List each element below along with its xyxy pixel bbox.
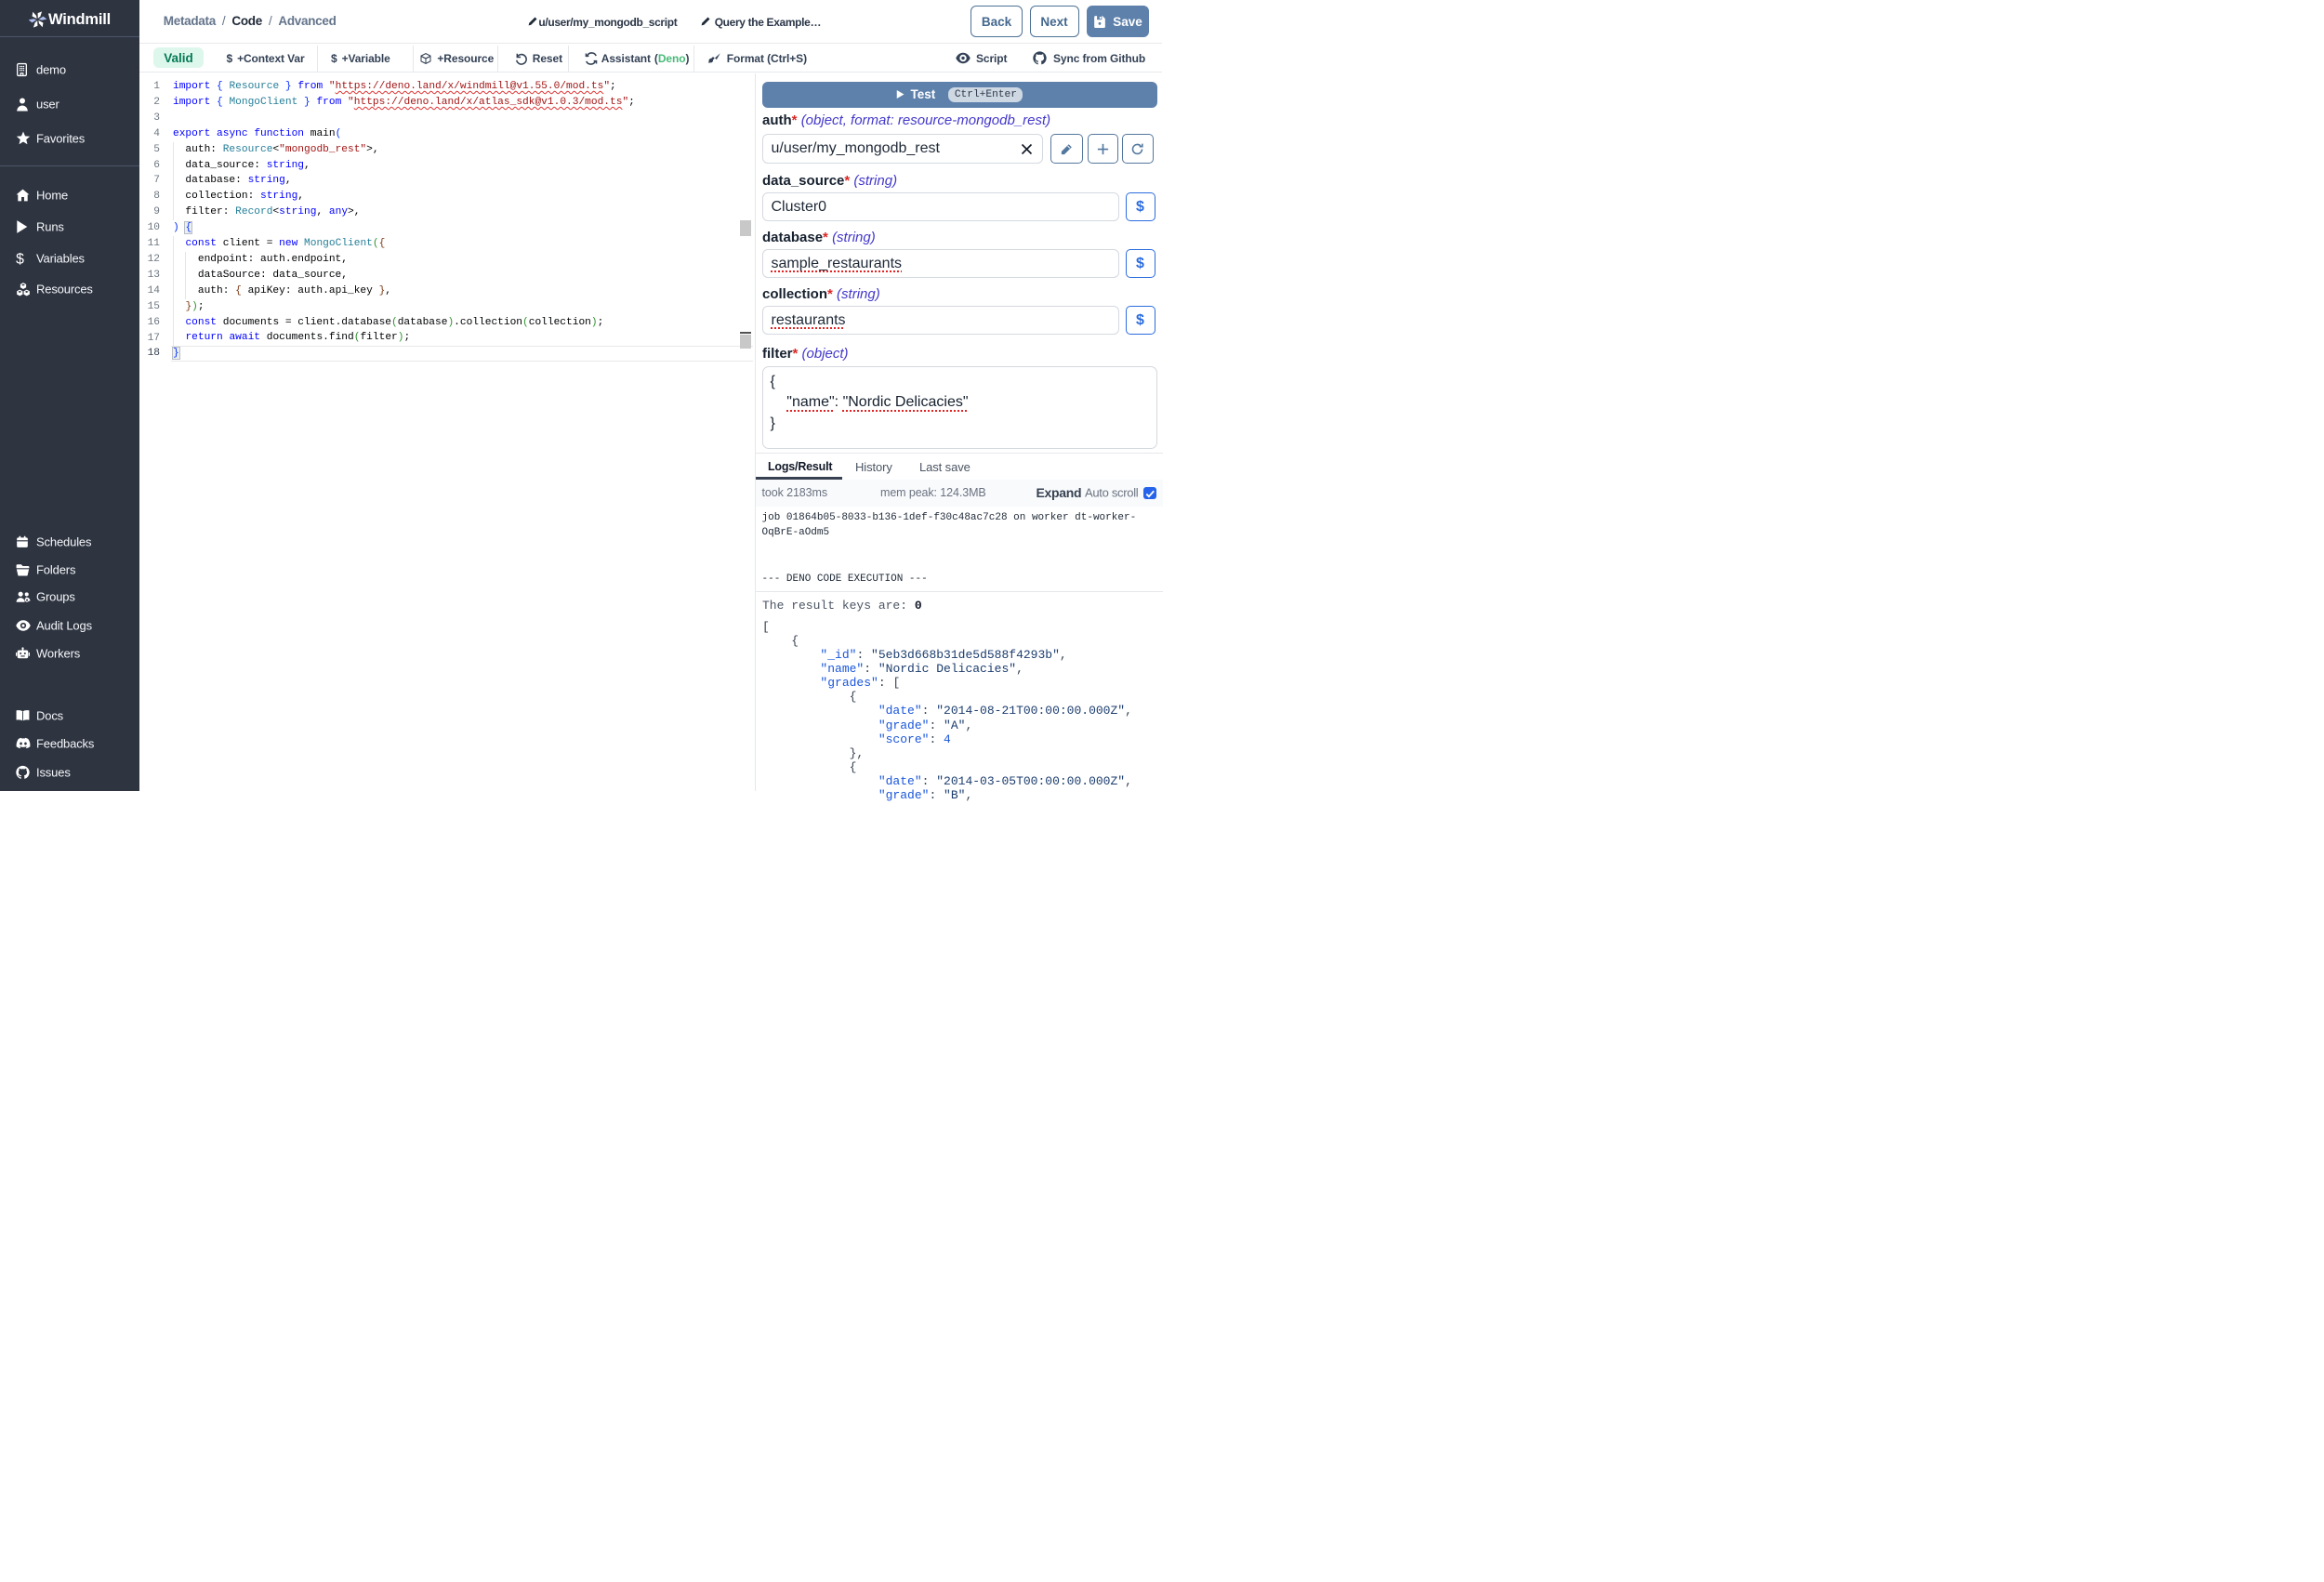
svg-text:$: $ [16,251,24,266]
